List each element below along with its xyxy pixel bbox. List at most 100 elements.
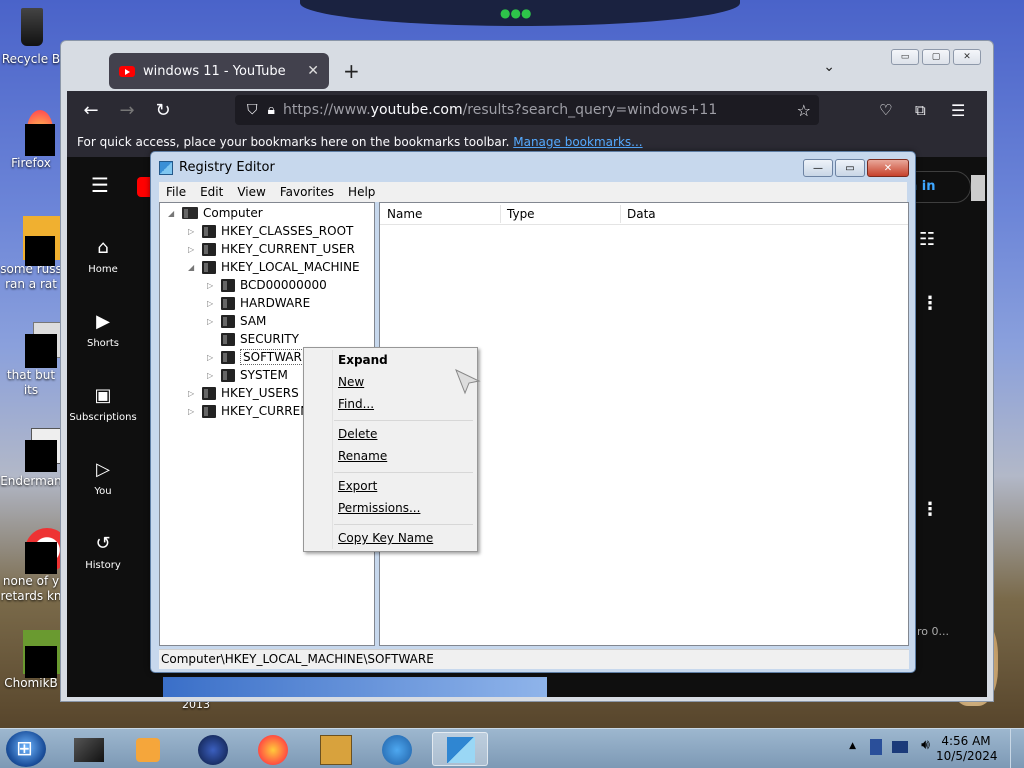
reload-icon[interactable]: ↻ xyxy=(145,100,181,121)
close-icon[interactable]: ✕ xyxy=(307,63,319,79)
column-header-type[interactable]: Type xyxy=(507,207,535,221)
url-bar[interactable]: ⛉ 🔒︎ https://www. youtube.com/results?sea… xyxy=(235,95,819,125)
scrollbar[interactable] xyxy=(971,175,985,201)
shield-icon[interactable]: ⛉ xyxy=(247,102,258,118)
taskbar-app-chomikbox[interactable] xyxy=(308,732,364,766)
show-desktop-button[interactable] xyxy=(1010,729,1024,768)
folder-icon xyxy=(202,242,216,256)
tree-node-hardware[interactable]: ▷ HARDWARE xyxy=(207,294,310,312)
more-options-icon[interactable]: ⋮ xyxy=(921,293,939,314)
manage-bookmarks-link[interactable]: Manage bookmarks... xyxy=(513,135,642,149)
menu-item-find[interactable]: Find... xyxy=(338,397,374,411)
desktop-icon-file-2[interactable]: that but its xyxy=(0,322,65,398)
menu-item-expand[interactable]: Expand xyxy=(338,353,388,367)
menu-edit[interactable]: Edit xyxy=(193,185,230,199)
expand-arrow-icon[interactable]: ▷ xyxy=(188,245,198,254)
lock-icon[interactable]: 🔒︎ xyxy=(268,102,275,118)
desktop-icon-enderman[interactable]: Enderman xyxy=(0,428,69,489)
maximize-button[interactable]: ▢ xyxy=(922,49,950,65)
star-icon[interactable]: ☆ xyxy=(797,101,811,120)
taskbar-app-regedit[interactable] xyxy=(432,732,488,766)
column-header-data[interactable]: Data xyxy=(627,207,656,221)
show-hidden-icons-icon[interactable]: ▲ xyxy=(849,741,856,751)
menu-view[interactable]: View xyxy=(230,185,272,199)
clock-date: 10/5/2024 xyxy=(936,749,998,763)
expand-arrow-icon[interactable]: ▷ xyxy=(188,407,198,416)
taskbar-app-globe[interactable] xyxy=(186,732,242,766)
taskbar-app-idm[interactable] xyxy=(370,732,426,766)
forward-icon[interactable]: → xyxy=(109,100,145,121)
volume-icon[interactable]: 🔊︎ xyxy=(921,737,930,753)
tree-node-hkcu[interactable]: ▷ HKEY_CURRENT_USER xyxy=(188,240,355,258)
tree-node-sam[interactable]: ▷ SAM xyxy=(207,312,266,330)
minimize-button[interactable]: — xyxy=(803,159,833,177)
menu-help[interactable]: Help xyxy=(341,185,382,199)
tree-node-software[interactable]: ▷ SOFTWARE xyxy=(207,348,313,366)
menu-favorites[interactable]: Favorites xyxy=(273,185,341,199)
desktop-icon-chomikbox[interactable]: ChomikB xyxy=(0,630,67,691)
youtube-logo[interactable] xyxy=(137,177,151,197)
tree-node-hkcr[interactable]: ▷ HKEY_CLASSES_ROOT xyxy=(188,222,353,240)
tree-node-bcd[interactable]: ▷ BCD00000000 xyxy=(207,276,327,294)
column-header-name[interactable]: Name xyxy=(387,207,422,221)
close-button[interactable]: ✕ xyxy=(953,49,981,65)
expand-arrow-icon[interactable]: ▷ xyxy=(188,389,198,398)
menu-item-copy-key-name[interactable]: Copy Key Name xyxy=(338,531,433,545)
tree-node-security[interactable]: SECURITY xyxy=(207,330,299,348)
menu-item-rename[interactable]: Rename xyxy=(338,449,387,463)
desktop-icon-recycle-bin[interactable]: Recycle B xyxy=(0,6,62,67)
hamburger-menu-icon[interactable]: ☰ xyxy=(951,101,965,120)
desktop-icon-firefox[interactable]: Firefox xyxy=(0,110,62,171)
expand-arrow-icon[interactable]: ▷ xyxy=(188,227,198,236)
registry-editor-window: Registry Editor — ▭ ✕ File Edit View Fav… xyxy=(150,151,916,673)
expand-arrow-icon[interactable]: ▷ xyxy=(207,371,217,380)
sidebar-item-you[interactable]: ▷ You xyxy=(67,459,139,497)
folder-icon xyxy=(221,368,235,382)
desktop-icon-file-1[interactable]: some russ ran a rat xyxy=(0,216,67,292)
sidebar-item-home[interactable]: ⌂ Home xyxy=(67,237,139,275)
tree-node-computer[interactable]: ◢ Computer xyxy=(168,204,263,222)
tree-node-label: SAM xyxy=(240,314,267,328)
expand-arrow-icon[interactable]: ◢ xyxy=(168,209,178,218)
tab-youtube[interactable]: windows 11 - YouTube ✕ xyxy=(109,53,329,89)
expand-arrow-icon[interactable]: ▷ xyxy=(207,317,217,326)
sidebar-item-subscriptions[interactable]: ▣ Subscriptions xyxy=(67,385,139,423)
menu-file[interactable]: File xyxy=(159,185,193,199)
chomikbox-icon xyxy=(9,630,67,678)
new-tab-button[interactable]: + xyxy=(343,59,360,83)
network-icon[interactable] xyxy=(870,739,882,755)
menu-item-permissions[interactable]: Permissions... xyxy=(338,501,420,515)
start-button[interactable] xyxy=(6,731,46,767)
taskbar-app-cube[interactable] xyxy=(62,732,118,766)
expand-arrow-icon[interactable]: ▷ xyxy=(207,353,217,362)
tree-node-hkcc[interactable]: ▷ HKEY_CURRENT xyxy=(188,402,317,420)
taskbar-app-firefox[interactable] xyxy=(246,732,302,766)
sidebar-item-label: Shorts xyxy=(86,338,120,349)
tree-node-hklm[interactable]: ◢ HKEY_LOCAL_MACHINE xyxy=(188,258,360,276)
menu-item-delete[interactable]: Delete xyxy=(338,427,377,441)
desktop-icon-file-3[interactable]: none of y retards kn xyxy=(0,528,69,604)
expand-arrow-icon[interactable]: ▷ xyxy=(207,299,217,308)
expand-arrow-icon[interactable]: ▷ xyxy=(207,281,217,290)
maximize-button[interactable]: ▭ xyxy=(835,159,865,177)
minimize-button[interactable]: ▭ xyxy=(891,49,919,65)
extensions-icon[interactable]: ⧉ xyxy=(915,101,926,119)
video-thumbnail[interactable] xyxy=(163,677,547,697)
chevron-down-icon[interactable]: ⌄ xyxy=(823,59,835,75)
sidebar-item-shorts[interactable]: ▶ Shorts xyxy=(67,311,139,349)
clock[interactable]: 4:56 AM 10/5/2024 xyxy=(936,734,998,764)
menu-item-export[interactable]: Export xyxy=(338,479,377,493)
menu-item-new[interactable]: New xyxy=(338,375,364,389)
tree-node-system[interactable]: ▷ SYSTEM xyxy=(207,366,288,384)
monitor-icon[interactable] xyxy=(892,741,908,753)
close-button[interactable]: ✕ xyxy=(867,159,909,177)
filter-icon[interactable]: ☷ xyxy=(919,229,935,250)
more-options-icon[interactable]: ⋮ xyxy=(921,499,939,520)
window-title-text: Registry Editor xyxy=(179,160,275,175)
back-icon[interactable]: ← xyxy=(73,100,109,121)
pocket-icon[interactable]: ♡ xyxy=(879,101,892,119)
tree-node-hku[interactable]: ▷ HKEY_USERS xyxy=(188,384,299,402)
expand-arrow-icon[interactable]: ◢ xyxy=(188,263,198,272)
sidebar-item-history[interactable]: ↺ History xyxy=(67,533,139,571)
taskbar-app-media[interactable] xyxy=(122,732,178,766)
